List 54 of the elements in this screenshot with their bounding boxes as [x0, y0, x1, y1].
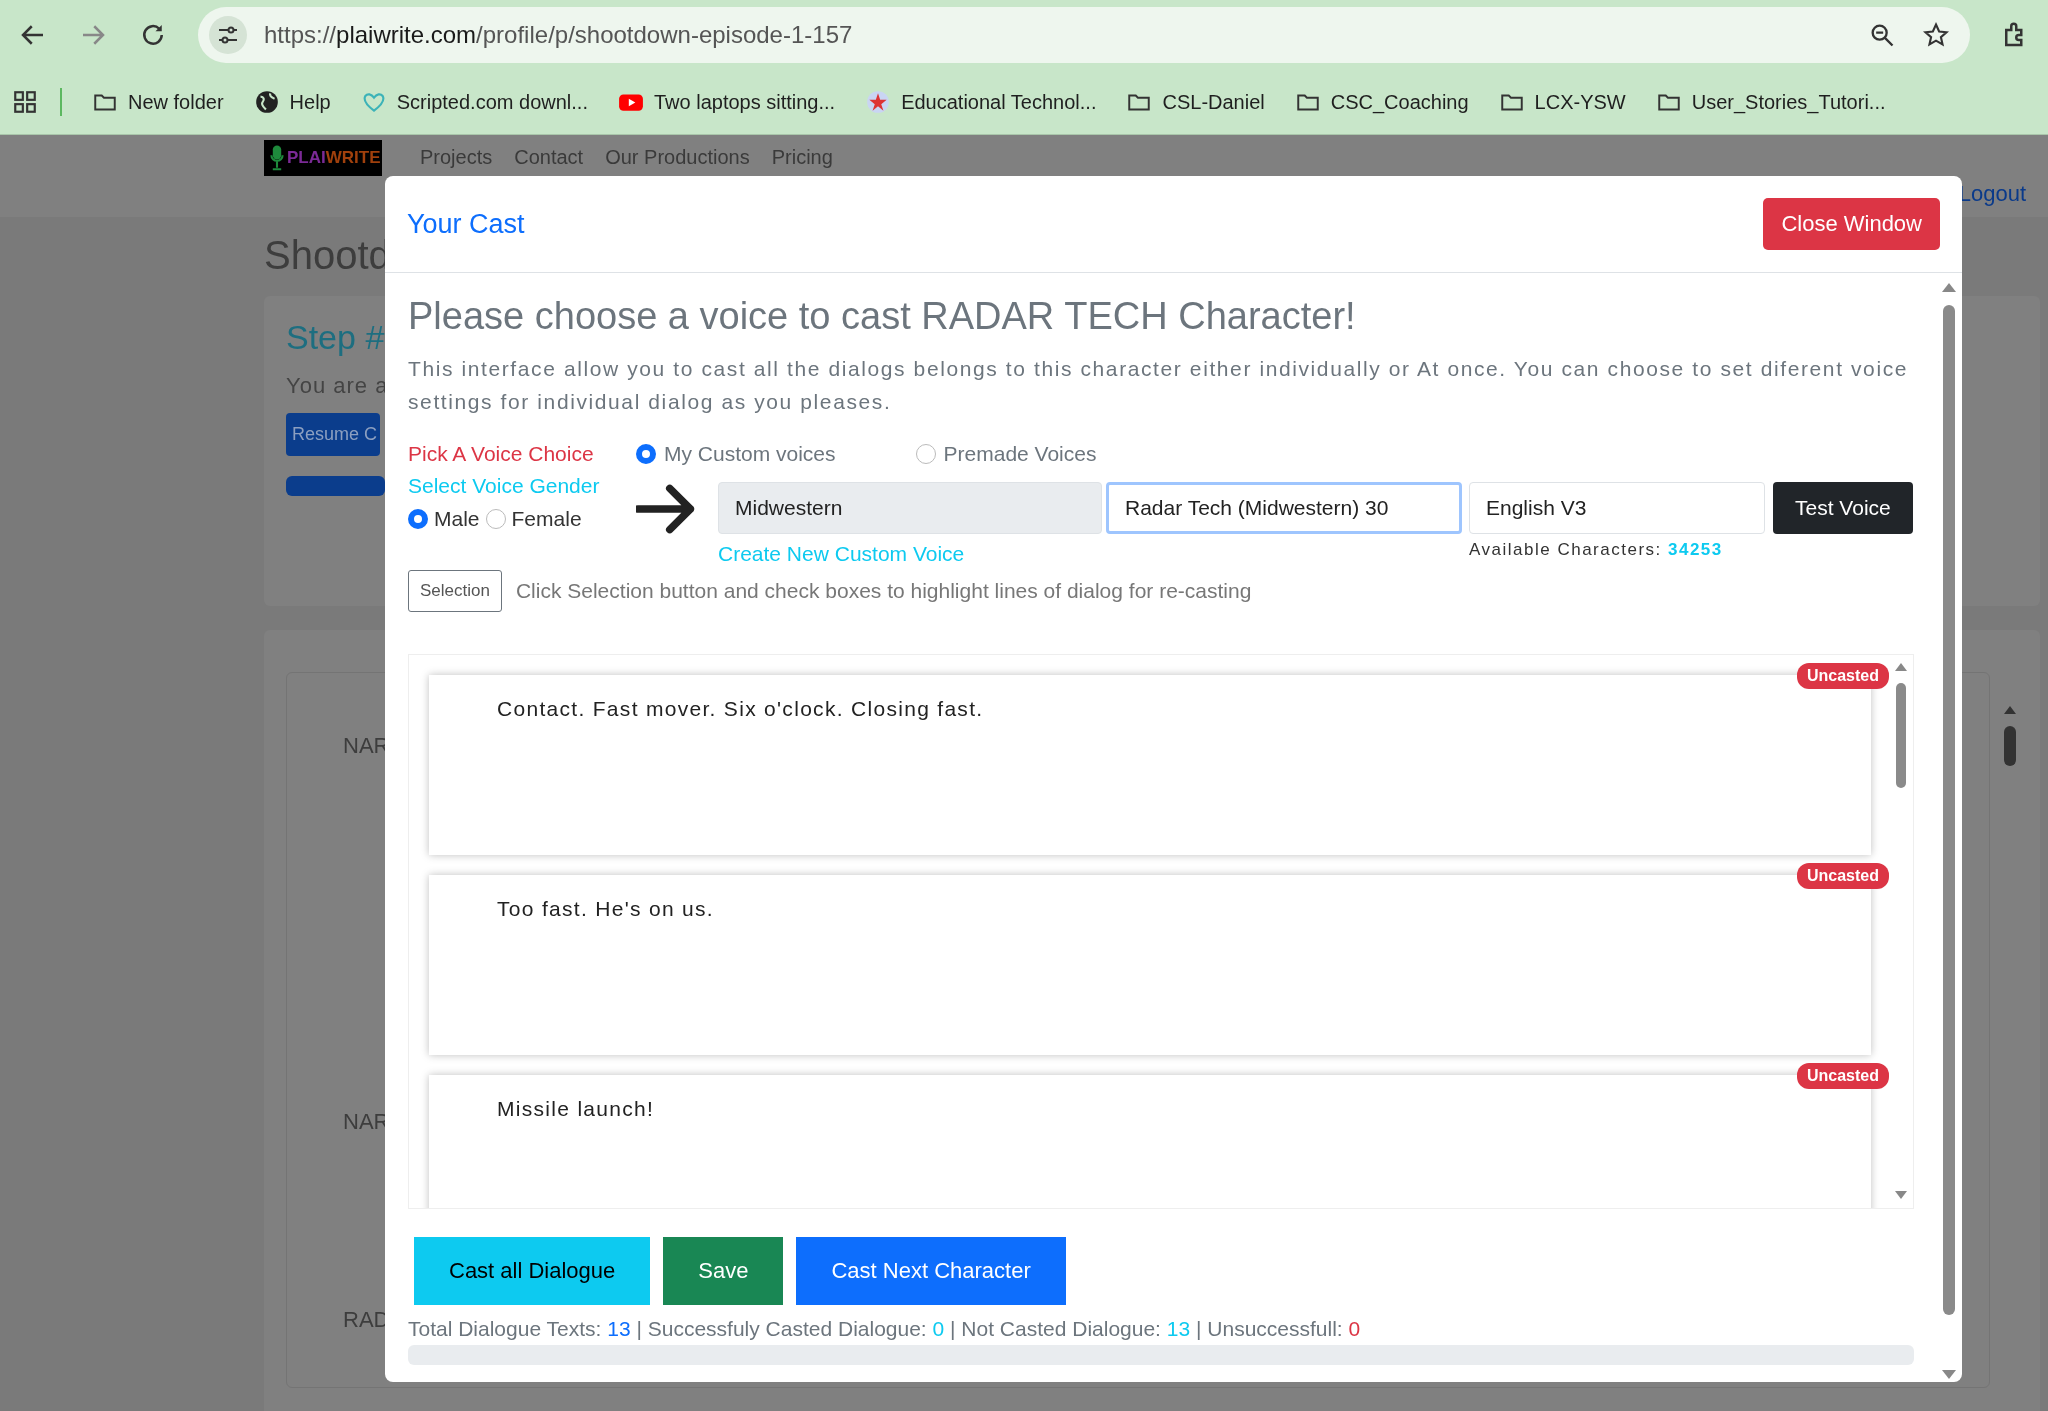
- radio-button[interactable]: [485, 509, 506, 529]
- status-badge: Uncasted: [1796, 1063, 1889, 1089]
- bookmark[interactable]: New folder: [92, 89, 224, 115]
- status-badge: Uncasted: [1796, 663, 1889, 689]
- selection-button[interactable]: Selection: [408, 570, 502, 612]
- dialog-heading: Please choose a voice to cast RADAR TECH Character!: [408, 295, 1357, 338]
- radio-label: Premade Voices: [943, 442, 1097, 466]
- bookmark[interactable]: Help: [253, 89, 331, 115]
- voice-choice-label: Pick A Voice Choice: [408, 441, 595, 467]
- bookmark[interactable]: User_Stories_Tutori...: [1655, 89, 1886, 115]
- radio-button[interactable]: [915, 444, 936, 464]
- resume-button[interactable]: Resume C: [286, 413, 380, 456]
- bookmark[interactable]: CSC_Coaching: [1294, 89, 1469, 115]
- bookmark[interactable]: Educational Technol...: [865, 89, 1097, 115]
- scrollbar-icon: [1893, 661, 1909, 1201]
- step-heading: Step #: [286, 318, 385, 357]
- radio-label: My Custom voices: [664, 442, 836, 466]
- star-badge-icon: [865, 89, 892, 115]
- radio-button[interactable]: [636, 444, 656, 464]
- selection-hint: Click Selection button and check boxes to highlight lines of dialog for re-casting: [515, 579, 1252, 603]
- dialog-title: Your Cast: [407, 208, 525, 240]
- status-badge: Uncasted: [1796, 863, 1889, 889]
- bookmark[interactable]: Two laptops sitting...: [617, 89, 836, 115]
- scrollbar-icon: [1940, 281, 1958, 1381]
- action-button[interactable]: Save: [663, 1237, 784, 1305]
- address-bar[interactable]: https://plaiwrite.com/profile/p/shootdown-episode-1-157: [198, 7, 1970, 63]
- radio-label: Female: [511, 506, 582, 532]
- action-button[interactable]: Cast all Dialogue: [414, 1237, 651, 1305]
- gender-label: Select Voice Gender: [408, 473, 601, 499]
- available-characters-text: Available Characters: 34253: [1469, 540, 1724, 560]
- dialogue-stats: Total Dialogue Texts: 13 | Successfuly Casted Dialogue: 0 | Not Casted Dialogue: 13 | Unsuccessfull: 0: [408, 1317, 1362, 1341]
- radio-button[interactable]: [408, 509, 428, 529]
- model-field[interactable]: English V3: [1469, 482, 1765, 534]
- bookmark-star-icon[interactable]: [1922, 21, 1950, 49]
- right-arrow-icon: [636, 484, 696, 534]
- bookmark[interactable]: Scripted.com downl...: [360, 89, 588, 115]
- dialogue-text: Too fast. He's on us.: [497, 897, 714, 920]
- dialogue-text: Contact. Fast mover. Six o'clock. Closing fast.: [497, 697, 984, 720]
- radio-label: Male: [434, 506, 480, 532]
- description-text: This interface allow you to cast all the dialogs belongs to this character either individually or At once. You can choose to set diferent voice settings for individual dialog as you pleases.: [408, 356, 1910, 415]
- dialogue-text: Missile launch!: [497, 1097, 655, 1120]
- bookmark[interactable]: LCX-YSW: [1498, 89, 1626, 115]
- scrollbar-icon: [2002, 706, 2018, 766]
- url-text: https://plaiwrite.com/profile/p/shootdown-episode-1-157: [264, 21, 854, 49]
- microphone-icon: [270, 143, 284, 173]
- site-info-icon[interactable]: [208, 15, 248, 55]
- test-voice-button[interactable]: Test Voice: [1773, 482, 1913, 534]
- action-button[interactable]: Cast Next Character: [796, 1237, 1066, 1305]
- apps-grid-icon[interactable]: [12, 89, 38, 115]
- globe-icon: [253, 89, 280, 115]
- voice-name-field[interactable]: Radar Tech (Midwestern) 30: [1106, 482, 1462, 534]
- bookmark[interactable]: CSL-Daniel: [1126, 89, 1265, 115]
- close-window-button[interactable]: Close Window: [1763, 198, 1940, 250]
- voice-field[interactable]: Midwestern: [718, 482, 1102, 534]
